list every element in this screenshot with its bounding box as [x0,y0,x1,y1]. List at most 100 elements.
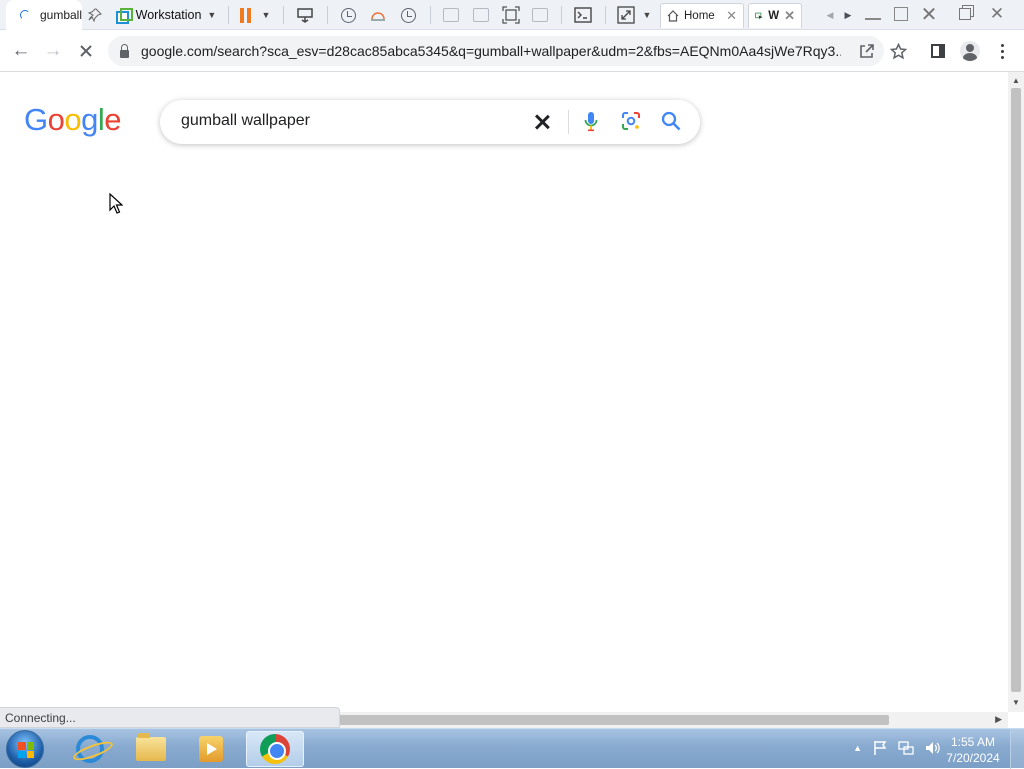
workstation-logo-icon [115,8,133,24]
google-logo-letter: G [24,102,48,137]
show-hidden-icons-icon[interactable]: ▲ [853,743,862,756]
restore-down-button[interactable] [950,0,980,28]
clear-search-icon[interactable] [530,110,554,134]
minimize-button[interactable] [858,0,888,28]
expand-icon [617,6,635,24]
snapshot-button[interactable] [338,4,358,26]
share-button[interactable] [856,40,878,62]
google-logo[interactable]: Google [24,102,122,138]
send-ctrl-alt-del-button[interactable] [294,4,316,26]
toolbar-divider [605,6,606,24]
google-lens-icon[interactable] [621,111,641,131]
fit-screen-icon [502,6,520,24]
search-box[interactable]: gumball wallpaper [160,100,700,144]
start-button[interactable] [6,730,44,768]
close-icon[interactable]: ✕ [784,8,795,24]
maximize-button[interactable] [886,0,916,28]
vertical-scroll-thumb[interactable] [1011,88,1021,692]
volume-icon[interactable] [924,740,940,756]
loading-spinner-icon [20,10,30,20]
taskbar-clock[interactable]: 1:55 AM 7/20/2024 [940,734,1006,766]
browser-menu-button[interactable] [991,40,1013,62]
scroll-tabs-left-button[interactable]: ◀ [824,4,836,26]
workstation-menu[interactable]: Workstation ▼ [110,4,222,26]
toolbar-divider [228,6,229,24]
lock-icon [120,43,129,58]
address-bar[interactable]: google.com/search?sca_esv=d28cac85abca53… [108,36,884,66]
horizontal-scroll-thumb[interactable] [339,715,889,725]
taskbar-chrome[interactable] [246,731,304,767]
microphone-icon[interactable] [584,110,598,134]
google-logo-letter: o [47,102,65,137]
internet-explorer-icon [76,735,104,763]
unity-button[interactable] [530,4,550,26]
thumbnail-bar-button[interactable] [472,4,490,26]
vertical-scrollbar[interactable]: ▲ ▼ [1008,72,1024,712]
more-vertical-icon [1000,43,1004,59]
chrome-icon [260,734,290,764]
side-panel-button[interactable] [927,40,949,62]
snapshot-clock-icon [340,7,356,23]
library-view-button[interactable] [442,4,460,26]
scroll-down-icon[interactable]: ▼ [1012,698,1020,707]
action-center-flag-icon[interactable] [872,740,888,756]
close-icon[interactable]: ✕ [726,8,737,24]
vm-tab-active[interactable]: W ✕ [748,3,802,28]
console-view-button[interactable] [572,4,594,26]
toolbar-divider [283,6,284,24]
vm-tab-active-label: W [768,10,780,22]
network-icon[interactable] [898,740,914,756]
bookmark-button[interactable] [887,40,909,62]
pause-icon [239,7,251,23]
clock-time: 1:55 AM [950,735,996,749]
close-app-button[interactable]: ✕ [982,0,1012,28]
terminal-icon [574,7,592,23]
clock-date: 7/20/2024 [946,751,1000,765]
snapshot-manager-icon [400,7,416,23]
fullscreen-menu-button[interactable]: ▼ [640,4,654,26]
minimize-icon [865,18,881,20]
arrow-right-icon: → [43,40,63,61]
sidebar-icon [443,8,459,22]
search-results-page: Google gumball wallpaper [0,72,1008,706]
scroll-up-icon[interactable]: ▲ [1012,76,1020,85]
scroll-right-icon[interactable]: ▶ [995,714,1002,725]
back-button[interactable]: ← [8,38,34,64]
url-text[interactable]: google.com/search?sca_esv=d28cac85abca53… [141,43,841,59]
taskbar-internet-explorer[interactable] [63,731,117,767]
fit-guest-button[interactable] [500,4,522,26]
vm-tab-home[interactable]: Home ✕ [660,3,744,28]
show-desktop-button[interactable] [1010,729,1024,769]
status-bar: Connecting... [0,707,340,728]
side-panel-icon [931,44,945,58]
taskbar-media-player[interactable] [184,731,238,767]
close-window-button[interactable]: ✕ [914,0,944,28]
pin-icon[interactable] [84,4,106,26]
toolbar-divider [327,6,328,24]
snapshot-manager-button[interactable] [398,4,418,26]
profile-button[interactable] [959,40,981,62]
revert-snapshot-button[interactable] [368,4,388,26]
taskbar-file-explorer[interactable] [124,731,178,767]
star-icon [889,42,907,59]
browser-tab-gumball[interactable]: gumball [6,0,82,30]
pause-button[interactable] [236,4,254,26]
windows-taskbar: ▲ 1:55 AM 7/20/2024 [0,728,1024,769]
toolbar-divider [430,6,431,24]
fullscreen-button[interactable] [615,4,637,26]
restore-icon [959,8,971,20]
stop-loading-button[interactable] [73,38,99,64]
share-icon [860,44,874,58]
home-icon [667,10,679,22]
close-icon: ✕ [920,3,938,26]
thumbnail-icon [473,8,489,22]
forward-button[interactable]: → [40,38,66,64]
workstation-label: Workstation [135,8,202,22]
search-icon[interactable] [660,110,682,132]
scroll-tabs-right-button[interactable]: ▶ [842,4,854,26]
power-menu-button[interactable]: ▼ [258,4,274,26]
search-input[interactable]: gumball wallpaper [181,112,310,130]
browser-tab-title: gumball [39,8,82,22]
chevron-down-icon: ▼ [207,10,217,20]
vm-tab-home-label: Home [684,10,715,22]
